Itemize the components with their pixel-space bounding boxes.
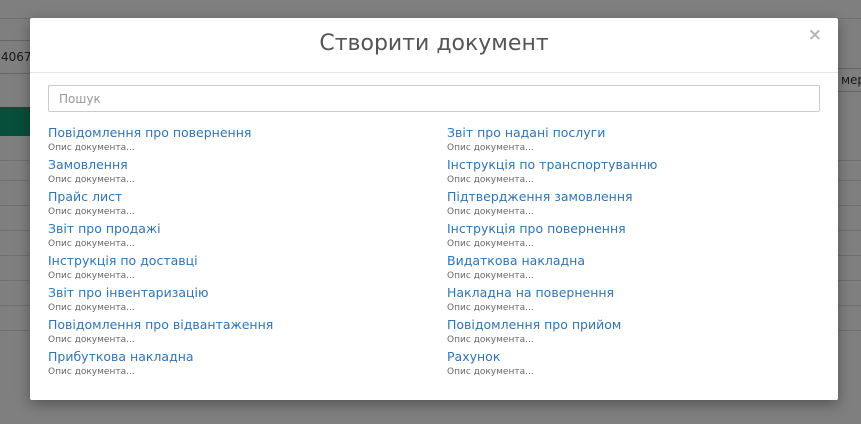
document-description: Опис документа... [48,175,135,185]
document-type-link[interactable]: Звіт про інвентаризацію [48,284,428,301]
document-type-item[interactable]: Повідомлення про прийом Опис документа... [447,316,827,348]
document-description: Опис документа... [447,239,534,249]
document-type-link[interactable]: Видаткова накладна [447,252,827,269]
search-input[interactable] [48,85,820,112]
document-description: Опис документа... [48,367,135,377]
document-type-item[interactable]: Інструкція по доставці Опис документа... [48,252,428,284]
document-description: Опис документа... [48,303,135,313]
document-list-left: Повідомлення про повернення Опис документ… [48,124,428,380]
document-type-link[interactable]: Прибуткова накладна [48,348,428,365]
document-type-item[interactable]: Повідомлення про повернення Опис документ… [48,124,428,156]
document-type-item[interactable]: Звіт про продажі Опис документа... [48,220,428,252]
document-type-item[interactable]: Інструкція про повернення Опис документа.… [447,220,827,252]
document-type-item[interactable]: Накладна на повернення Опис документа... [447,284,827,316]
document-type-item[interactable]: Рахунок Опис документа... [447,348,827,380]
document-description: Опис документа... [447,271,534,281]
document-type-item[interactable]: Інструкція по транспортуванню Опис докуме… [447,156,827,188]
document-type-link[interactable]: Звіт про надані послуги [447,124,827,141]
document-type-link[interactable]: Повідомлення про відвантаження [48,316,428,333]
document-type-link[interactable]: Інструкція про повернення [447,220,827,237]
document-type-link[interactable]: Інструкція по доставці [48,252,428,269]
create-document-modal: Створити документ × Повідомлення про пов… [30,18,838,400]
document-description: Опис документа... [447,367,534,377]
modal-title: Створити документ [319,31,549,56]
document-description: Опис документа... [447,143,534,153]
document-description: Опис документа... [447,303,534,313]
document-description: Опис документа... [48,271,135,281]
document-type-link[interactable]: Інструкція по транспортуванню [447,156,827,173]
document-type-link[interactable]: Рахунок [447,348,827,365]
document-type-link[interactable]: Звіт про продажі [48,220,428,237]
document-list-right: Звіт про надані послуги Опис документа...… [447,124,827,380]
document-type-link[interactable]: Повідомлення про прийом [447,316,827,333]
document-description: Опис документа... [447,335,534,345]
close-icon[interactable]: × [808,25,822,45]
document-type-item[interactable]: Прибуткова накладна Опис документа... [48,348,428,380]
document-description: Опис документа... [48,143,135,153]
document-type-item[interactable]: Прайс лист Опис документа... [48,188,428,220]
document-type-link[interactable]: Повідомлення про повернення [48,124,428,141]
document-type-link[interactable]: Замовлення [48,156,428,173]
document-type-link[interactable]: Прайс лист [48,188,428,205]
document-description: Опис документа... [48,239,135,249]
document-type-item[interactable]: Замовлення Опис документа... [48,156,428,188]
document-description: Опис документа... [48,335,135,345]
document-description: Опис документа... [48,207,135,217]
document-description: Опис документа... [447,207,534,217]
document-type-link[interactable]: Підтвердження замовлення [447,188,827,205]
document-description: Опис документа... [447,175,534,185]
document-type-item[interactable]: Повідомлення про відвантаження Опис докум… [48,316,428,348]
document-type-item[interactable]: Звіт про надані послуги Опис документа... [447,124,827,156]
document-type-item[interactable]: Звіт про інвентаризацію Опис документа... [48,284,428,316]
document-type-item[interactable]: Видаткова накладна Опис документа... [447,252,827,284]
document-type-item[interactable]: Підтвердження замовлення Опис документа..… [447,188,827,220]
document-type-link[interactable]: Накладна на повернення [447,284,827,301]
modal-header: Створити документ × [30,18,838,73]
